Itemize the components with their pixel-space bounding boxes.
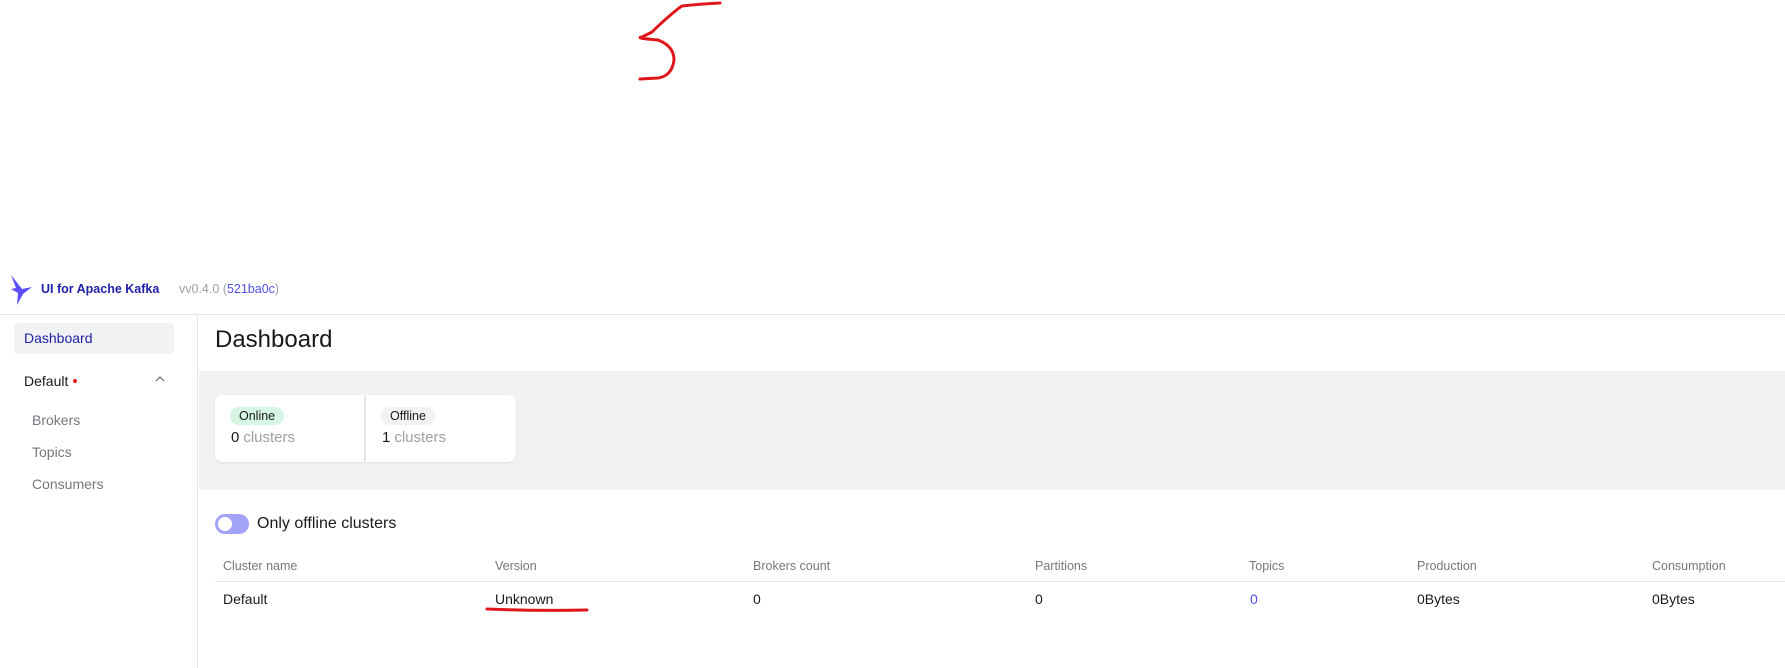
top-navbar: UI for Apache Kafka vv0.4.0 (521ba0c)	[0, 272, 1785, 315]
col-topics: Topics	[1249, 559, 1285, 573]
col-production: Production	[1417, 559, 1477, 573]
col-cluster-name: Cluster name	[223, 559, 298, 573]
page-title: Dashboard	[215, 326, 333, 353]
col-brokers-count: Brokers count	[753, 559, 831, 573]
only-offline-toggle[interactable]	[215, 514, 249, 534]
app-version: vv0.4.0 (521ba0c)	[179, 282, 280, 296]
chevron-up-icon[interactable]	[154, 369, 166, 393]
col-partitions: Partitions	[1035, 559, 1088, 573]
metric-online: Online 0 clusters	[215, 395, 365, 462]
only-offline-label[interactable]: Only offline clusters	[257, 515, 396, 533]
offline-status-dot	[73, 379, 78, 384]
cell-brokers-count: 0	[753, 591, 761, 607]
cell-production: 0Bytes	[1417, 591, 1460, 607]
cell-partitions: 0	[1035, 591, 1043, 607]
online-badge: Online	[230, 407, 285, 425]
page: UI for Apache Kafka vv0.4.0 (521ba0c) Da…	[0, 0, 1785, 668]
commit-link[interactable]: 521ba0c	[227, 282, 275, 296]
sidebar-item-topics[interactable]: Topics	[32, 440, 72, 464]
metric-offline: Offline 1 clusters	[366, 395, 516, 462]
cluster-name: Default	[24, 373, 69, 389]
annotation-underline	[485, 607, 589, 612]
brand-title[interactable]: UI for Apache Kafka	[41, 282, 159, 296]
sidebar-item-brokers[interactable]: Brokers	[32, 408, 80, 432]
table-header-divider	[215, 581, 1785, 582]
col-consumption: Consumption	[1652, 559, 1726, 573]
offline-count: 1 clusters	[382, 429, 447, 446]
metrics-band: Online 0 clusters Offline 1 clusters	[199, 371, 1785, 490]
sidebar: Dashboard Default Brokers Topics Consume…	[0, 315, 198, 668]
kafka-bird-icon[interactable]	[9, 274, 35, 306]
sidebar-item-dashboard[interactable]: Dashboard	[14, 323, 174, 354]
annotation-scribble-five	[638, 1, 722, 81]
cell-cluster-name[interactable]: Default	[223, 591, 267, 607]
online-count: 0 clusters	[231, 429, 296, 446]
cell-consumption: 0Bytes	[1652, 591, 1695, 607]
cell-topics-link[interactable]: 0	[1250, 591, 1258, 607]
offline-badge: Offline	[381, 407, 435, 425]
cell-version: Unknown	[495, 591, 554, 607]
col-version: Version	[495, 559, 537, 573]
toggle-knob	[218, 517, 232, 531]
sidebar-cluster-default[interactable]: Default	[24, 369, 174, 393]
sidebar-item-consumers[interactable]: Consumers	[32, 472, 104, 496]
